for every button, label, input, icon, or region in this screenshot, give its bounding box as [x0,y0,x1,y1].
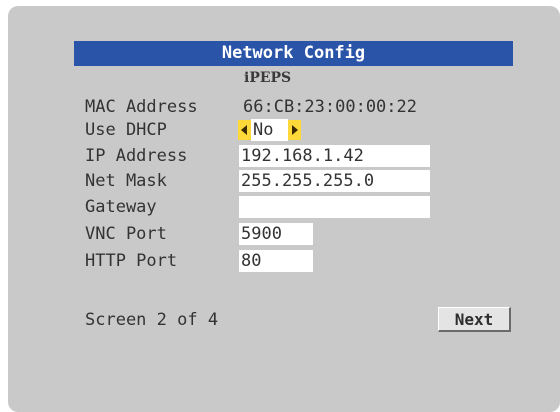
vnc-port-field[interactable] [239,223,313,245]
arrow-left-icon[interactable] [238,120,251,140]
ip-address-label: IP Address [85,146,188,166]
use-dhcp-selector[interactable]: No [238,119,301,141]
arrow-right-icon[interactable] [288,120,301,140]
gateway-label: Gateway [85,197,157,217]
use-dhcp-value[interactable]: No [251,119,288,141]
next-button[interactable]: Next [438,307,511,332]
use-dhcp-label: Use DHCP [85,120,167,140]
gateway-field[interactable] [239,196,430,218]
window-title: Network Config [74,41,513,66]
net-mask-label: Net Mask [85,171,167,191]
screen-indicator: Screen 2 of 4 [85,310,219,330]
mac-address-value: 66:CB:23:00:00:22 [243,97,417,117]
mac-address-label: MAC Address [85,97,198,117]
http-port-label: HTTP Port [85,251,178,271]
vnc-port-label: VNC Port [85,224,167,244]
net-mask-field[interactable] [239,170,430,192]
ip-address-field[interactable] [239,145,430,167]
http-port-field[interactable] [239,250,313,272]
device-name: iPEPS [244,70,292,86]
